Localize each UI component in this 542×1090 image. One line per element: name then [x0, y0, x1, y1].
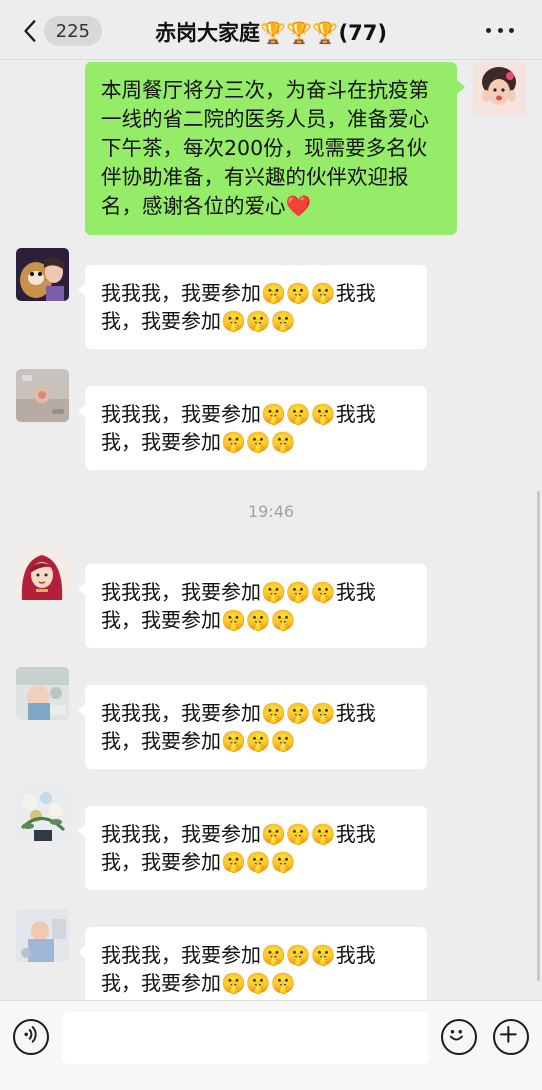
message-input[interactable]	[62, 1012, 428, 1064]
avatar-member[interactable]	[16, 667, 69, 720]
avatar-member[interactable]	[16, 909, 69, 962]
message-bubble-incoming[interactable]: 我我我，我要参加🤫🤫🤫我我我，我要参加🤫🤫🤫	[78, 927, 427, 1000]
message-bubble-incoming[interactable]: 我我我，我要参加🤫🤫🤫我我我，我要参加🤫🤫🤫	[78, 806, 427, 890]
avatar-member[interactable]	[16, 369, 69, 422]
message-bubble-outgoing[interactable]: 本周餐厅将分三次，为奋斗在抗疫第一线的省二院的医务人员，准备爱心下午茶，每次20…	[85, 62, 465, 235]
more-dots-icon[interactable]	[486, 20, 514, 40]
avatar-self[interactable]	[473, 62, 526, 115]
message-bubble-incoming[interactable]: 我我我，我要参加🤫🤫🤫我我我，我要参加🤫🤫🤫	[78, 685, 427, 769]
avatar-member[interactable]	[16, 788, 69, 841]
message-bubble-incoming[interactable]: 我我我，我要参加🤫🤫🤫我我我，我要参加🤫🤫🤫	[78, 564, 427, 648]
plus-icon[interactable]	[493, 1019, 529, 1055]
unread-count-badge: 225	[43, 16, 102, 46]
timestamp-divider: 19:46	[247, 502, 295, 521]
emoji-icon[interactable]	[441, 1019, 477, 1055]
back-button[interactable]: 225	[22, 16, 102, 46]
message-list[interactable]: 本周餐厅将分三次，为奋斗在抗疫第一线的省二院的医务人员，准备爱心下午茶，每次20…	[0, 61, 542, 1000]
scrollbar[interactable]	[537, 491, 540, 981]
chat-title[interactable]: 赤岗大家庭🏆🏆🏆(77)	[155, 21, 387, 45]
voice-icon[interactable]	[13, 1019, 49, 1055]
input-bar	[0, 1000, 542, 1090]
avatar-member[interactable]	[16, 547, 69, 600]
message-bubble-incoming[interactable]: 我我我，我要参加🤫🤫🤫我我我，我要参加🤫🤫🤫	[78, 386, 427, 470]
message-bubble-incoming[interactable]: 我我我，我要参加🤫🤫🤫我我我，我要参加🤫🤫🤫	[78, 265, 427, 349]
avatar-member[interactable]	[16, 248, 69, 301]
chat-header: 225 赤岗大家庭🏆🏆🏆(77)	[0, 0, 542, 60]
chevron-left-icon	[24, 20, 36, 42]
